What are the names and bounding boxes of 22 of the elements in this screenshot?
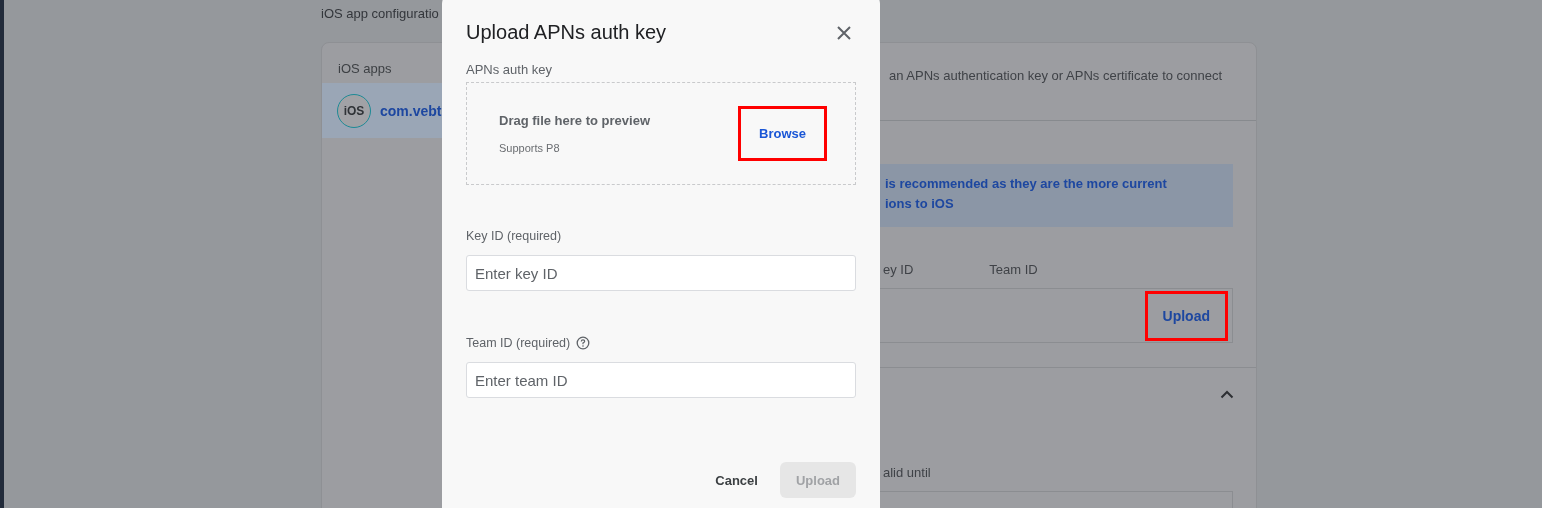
dialog-title: Upload APNs auth key: [466, 21, 667, 44]
help-icon[interactable]: [576, 336, 591, 350]
file-dropzone[interactable]: Drag file here to preview Supports P8 Browse: [466, 82, 856, 185]
page-title: iOS app configuratio: [321, 5, 440, 23]
column-header: Team ID: [989, 262, 1038, 279]
close-icon[interactable]: [836, 24, 852, 41]
field-label: Key ID (required): [466, 229, 562, 243]
browse-button[interactable]: Browse: [741, 109, 824, 158]
text-input[interactable]: Enter team ID: [466, 362, 856, 398]
column-header: alid until: [883, 465, 931, 480]
notice-text: is recommended as they are the more current: [885, 176, 1168, 191]
field-label: Team ID (required): [466, 336, 571, 350]
upload-button[interactable]: Upload: [1147, 293, 1225, 338]
cancel-button[interactable]: Cancel: [715, 462, 758, 498]
field-label: APNs auth key: [466, 62, 553, 77]
notice-text: ions to iOS: [885, 196, 955, 211]
ios-badge: iOS: [337, 93, 371, 128]
dropzone-hint: Supports P8: [499, 142, 561, 154]
chevron-icon[interactable]: [1220, 389, 1234, 399]
column-header: ey ID: [883, 262, 914, 279]
text-input[interactable]: Enter key ID: [466, 255, 856, 291]
apps-heading: iOS apps: [338, 61, 392, 78]
